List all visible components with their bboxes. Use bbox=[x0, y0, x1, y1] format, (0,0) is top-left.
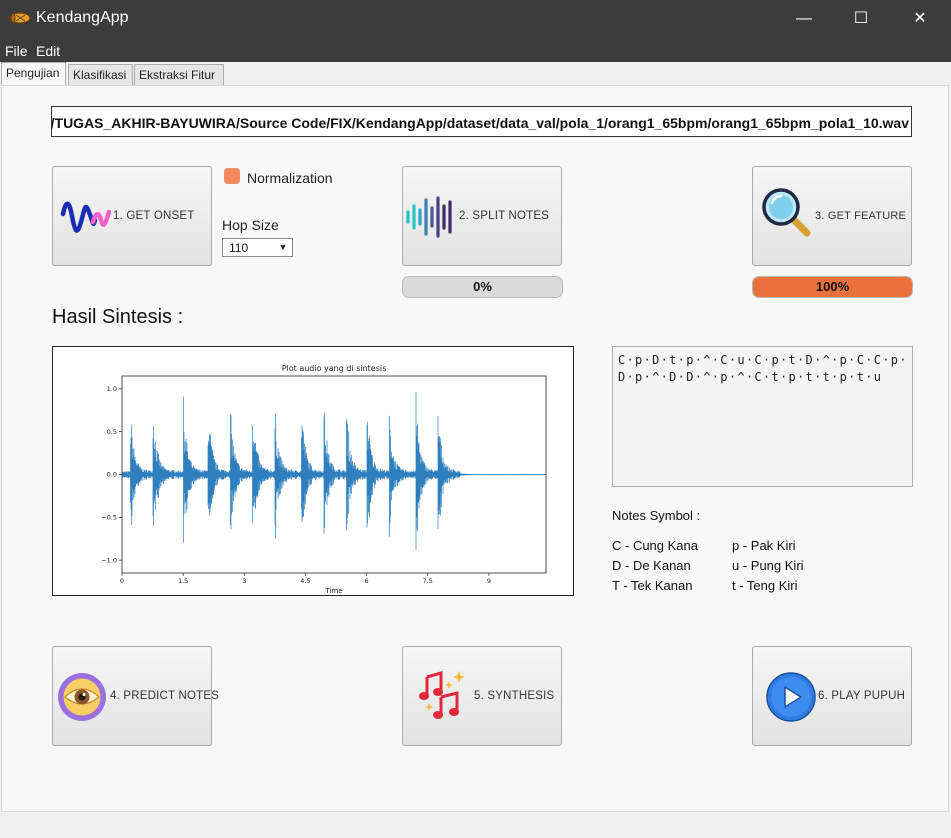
x-tick-label: 3 bbox=[242, 577, 246, 585]
status-bar bbox=[0, 812, 951, 838]
get-feature-button[interactable]: 3. GET FEATURE bbox=[752, 166, 912, 266]
eye-icon bbox=[58, 673, 106, 721]
magnifier-icon bbox=[762, 188, 811, 237]
notes-symbol-title: Notes Symbol : bbox=[612, 508, 701, 523]
window-title: KendangApp bbox=[36, 9, 129, 26]
tab-klasifikasi[interactable]: Klasifikasi bbox=[68, 64, 133, 86]
minimize-button[interactable]: — bbox=[776, 0, 832, 37]
predict-notes-label: 4. PREDICT NOTES bbox=[110, 690, 220, 702]
y-tick-label: −0.5 bbox=[101, 514, 117, 522]
x-tick-label: 9 bbox=[487, 577, 491, 585]
get-feature-label: 3. GET FEATURE bbox=[815, 210, 907, 222]
x-axis-label: Time bbox=[324, 587, 342, 595]
feature-progress-bar: 100% bbox=[752, 276, 913, 298]
x-tick-label: 6 bbox=[365, 577, 369, 585]
menu-edit[interactable]: Edit bbox=[36, 43, 60, 59]
feature-progress-text: 100% bbox=[815, 279, 850, 294]
split-progress-text: 0% bbox=[473, 279, 492, 294]
waveform-icon bbox=[60, 201, 111, 233]
synthesis-button[interactable]: 5. SYNTHESIS bbox=[402, 646, 562, 746]
waveform-series bbox=[121, 391, 547, 550]
x-tick-label: 4.5 bbox=[300, 577, 310, 585]
symbol-tek-kanan: T - Tek Kanan bbox=[612, 578, 693, 593]
symbol-cung-kana: C - Cung Kana bbox=[612, 538, 698, 553]
split-notes-button[interactable]: 2. SPLIT NOTES bbox=[402, 166, 562, 266]
y-tick-label: 0.0 bbox=[107, 471, 117, 479]
tab-bar: Pengujian Klasifikasi Ekstraksi Fitur bbox=[0, 62, 951, 87]
maximize-button[interactable]: ☐ bbox=[833, 0, 889, 37]
tab-pengujian[interactable]: Pengujian bbox=[1, 62, 66, 87]
normalization-label: Normalization bbox=[247, 170, 333, 186]
y-tick-label: 0.5 bbox=[107, 428, 117, 436]
tab-ekstraksi-fitur[interactable]: Ekstraksi Fitur bbox=[134, 64, 224, 86]
file-path-text: D:/TUGAS_AKHIR/TUGAS_AKHIR-BAYUWIRA/Sour… bbox=[51, 115, 909, 131]
y-tick-label: −1.0 bbox=[101, 556, 117, 564]
normalization-checkbox[interactable] bbox=[224, 168, 240, 184]
get-onset-label: 1. GET ONSET bbox=[113, 210, 195, 222]
music-notes-icon bbox=[419, 671, 465, 719]
menu-bar: File Edit bbox=[0, 37, 951, 62]
predict-notes-button[interactable]: 4. PREDICT NOTES bbox=[52, 646, 219, 746]
drum-icon bbox=[9, 12, 31, 24]
synthesis-plot: Plot audio yang di sintesis 0 1.5 3 4.5 6 7.5 9… bbox=[52, 346, 574, 596]
hop-size-value: 110 bbox=[229, 241, 249, 255]
split-notes-label: 2. SPLIT NOTES bbox=[459, 210, 550, 222]
symbol-de-kanan: D - De Kanan bbox=[612, 558, 691, 573]
close-button[interactable]: ✕ bbox=[892, 0, 948, 37]
dropdown-arrow-icon: ▼ bbox=[278, 242, 288, 252]
symbol-teng-kiri: t - Teng Kiri bbox=[732, 578, 798, 593]
hop-size-select[interactable]: 110 ▼ bbox=[222, 238, 293, 257]
symbol-pak-kiri: p - Pak Kiri bbox=[732, 538, 796, 553]
play-pupuh-button[interactable]: 6. PLAY PUPUH bbox=[752, 646, 912, 746]
hop-size-label: Hop Size bbox=[222, 217, 279, 233]
menu-file[interactable]: File bbox=[5, 43, 28, 59]
x-tick-label: 0 bbox=[120, 577, 124, 585]
play-pupuh-label: 6. PLAY PUPUH bbox=[818, 690, 906, 702]
synthesis-label: 5. SYNTHESIS bbox=[474, 690, 555, 702]
title-bar: KendangApp — ☐ ✕ bbox=[0, 0, 951, 37]
split-progress-bar: 0% bbox=[402, 276, 563, 298]
hasil-sintesis-heading: Hasil Sintesis : bbox=[52, 306, 184, 328]
y-tick-label: 1.0 bbox=[107, 385, 117, 393]
notes-output-text[interactable]: C·p·D·t·p·^·C·u·C·p·t·D·^·p·C·C·p·D·p·^·… bbox=[612, 346, 913, 487]
x-tick-label: 7.5 bbox=[423, 577, 433, 585]
x-tick-label: 1.5 bbox=[178, 577, 188, 585]
audio-bars-icon bbox=[406, 196, 452, 238]
file-path-field[interactable]: D:/TUGAS_AKHIR/TUGAS_AKHIR-BAYUWIRA/Sour… bbox=[51, 106, 912, 137]
chart-title: Plot audio yang di sintesis bbox=[282, 364, 387, 373]
waveform-chart: Plot audio yang di sintesis 0 1.5 3 4.5 6 7.5 9… bbox=[101, 364, 547, 595]
symbol-pung-kiri: u - Pung Kiri bbox=[732, 558, 804, 573]
get-onset-button[interactable]: 1. GET ONSET bbox=[52, 166, 212, 266]
play-icon bbox=[766, 672, 816, 722]
